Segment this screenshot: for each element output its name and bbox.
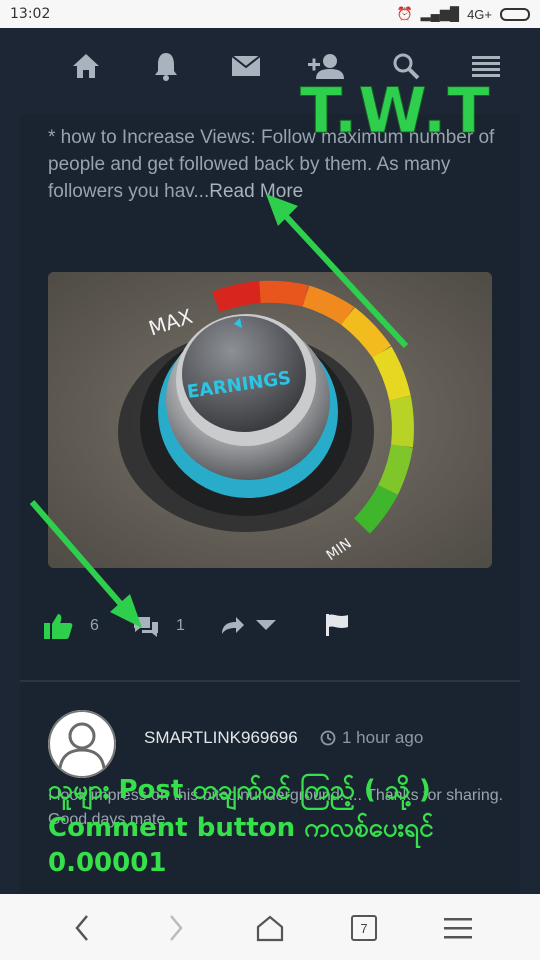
browser-home-icon bbox=[256, 915, 284, 942]
hamburger-icon bbox=[472, 56, 500, 77]
bell-icon bbox=[155, 53, 177, 81]
nav-menu-button[interactable] bbox=[464, 46, 508, 86]
avatar[interactable] bbox=[48, 710, 116, 778]
comment-time-text: 1 hour ago bbox=[342, 728, 424, 747]
share-button[interactable] bbox=[220, 614, 278, 636]
feed-content: * how to Increase Views: Follow maximum … bbox=[20, 114, 520, 894]
divider bbox=[20, 680, 520, 682]
like-count: 6 bbox=[90, 617, 99, 634]
nav-home-button[interactable] bbox=[64, 46, 108, 86]
like-button[interactable]: 6 bbox=[44, 612, 99, 640]
user-plus-icon bbox=[308, 54, 344, 79]
user-avatar-icon bbox=[48, 710, 116, 778]
battery-icon bbox=[500, 7, 530, 21]
chevron-left-icon bbox=[75, 915, 88, 941]
tabs-button[interactable]: 7 bbox=[344, 908, 384, 948]
clock: 13:02 bbox=[10, 6, 51, 22]
comment-count: 1 bbox=[176, 617, 185, 634]
post-image[interactable]: MAX MIN EARNINGS bbox=[48, 272, 492, 568]
status-icons: ⏰ ▂▄▆█ 4G+ bbox=[396, 6, 530, 22]
forward-button[interactable] bbox=[156, 908, 196, 948]
nav-messages-button[interactable] bbox=[224, 46, 268, 86]
thumbs-up-icon bbox=[44, 614, 73, 639]
network-label: 4G+ bbox=[467, 6, 492, 22]
browser-menu-button[interactable] bbox=[438, 908, 478, 948]
post-actions: 6 1 bbox=[44, 612, 504, 648]
tab-count: 7 bbox=[351, 915, 377, 941]
back-button[interactable] bbox=[62, 908, 102, 948]
chevron-down-icon bbox=[256, 620, 276, 630]
nav-notifications-button[interactable] bbox=[144, 46, 188, 86]
share-arrow-icon bbox=[222, 617, 244, 634]
envelope-icon bbox=[231, 55, 261, 76]
read-more-link[interactable]: Read More bbox=[209, 181, 303, 202]
earnings-knob-image: MAX MIN EARNINGS bbox=[48, 272, 492, 568]
home-icon bbox=[73, 54, 99, 78]
comment-text: I look impress on this bitcoinundergroun… bbox=[48, 787, 504, 828]
signal-icon: ▂▄▆█ bbox=[420, 6, 460, 21]
browser-toolbar: 7 bbox=[0, 894, 540, 960]
comment-button[interactable]: 1 bbox=[132, 614, 185, 638]
nav-add-friend-button[interactable] bbox=[304, 46, 348, 86]
status-bar: 13:02 ⏰ ▂▄▆█ 4G+ bbox=[0, 0, 540, 28]
post-excerpt: * how to Increase Views: Follow maximum … bbox=[48, 124, 498, 205]
nav-search-button[interactable] bbox=[384, 46, 428, 86]
comments-icon bbox=[134, 617, 158, 637]
chevron-right-icon bbox=[170, 915, 183, 941]
search-icon bbox=[393, 53, 420, 80]
comment-username[interactable]: SMARTLINK969696 bbox=[144, 728, 298, 748]
flag-icon bbox=[326, 614, 348, 636]
clock-icon bbox=[320, 730, 336, 746]
menu-icon bbox=[444, 918, 472, 939]
report-button[interactable] bbox=[324, 612, 350, 638]
comment-time: 1 hour ago bbox=[320, 728, 423, 748]
home-button[interactable] bbox=[250, 908, 290, 948]
top-navigation bbox=[0, 28, 540, 114]
alarm-off-icon: ⏰ bbox=[396, 6, 413, 21]
